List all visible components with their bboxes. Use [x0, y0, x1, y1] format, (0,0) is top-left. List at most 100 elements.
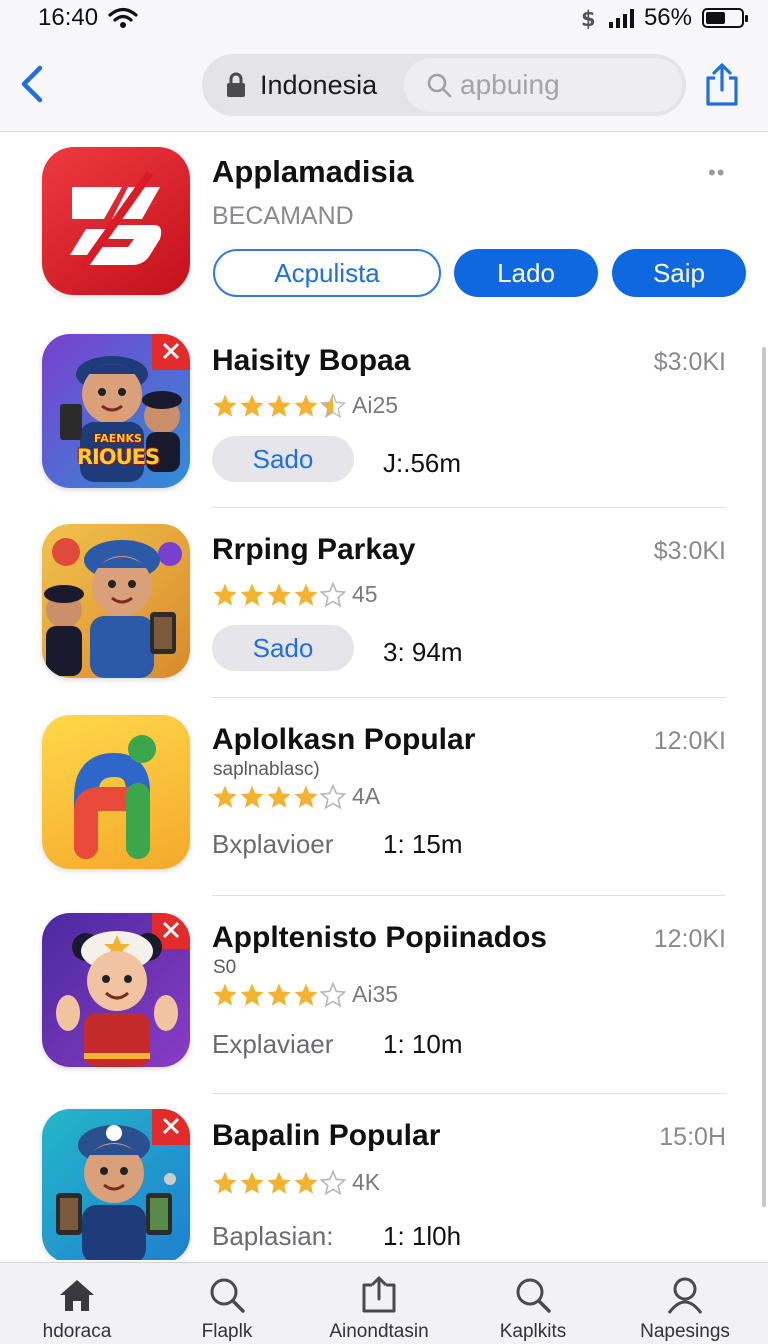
star-icon [267, 394, 291, 417]
tab-search[interactable]: Flaplk [152, 1263, 302, 1344]
star-icon [240, 394, 264, 417]
updates-box-icon [362, 1276, 396, 1313]
address-bar[interactable]: Indonesia [202, 54, 686, 116]
tab-label: hdoraca [42, 1321, 112, 1342]
star-rating [212, 783, 346, 810]
share-icon[interactable] [702, 62, 742, 108]
app-list-item[interactable]: Bapalin Popular 15:0H 4K Baplasian: 1: 1… [0, 1093, 768, 1260]
app-size: 15:0H [659, 1123, 726, 1151]
back-chevron-icon[interactable] [16, 62, 50, 106]
featured-app-icon[interactable] [42, 147, 190, 295]
tab-label: Kaplkits [499, 1321, 567, 1342]
star-icon [320, 392, 346, 418]
region-label: Indonesia [260, 70, 378, 100]
star-rating [212, 581, 346, 608]
app-subtitle: saplnablasc) [213, 759, 320, 780]
rating-count: 4K [352, 1169, 381, 1195]
cartoon-character-icon [56, 913, 190, 1067]
status-bar: 16:40 $ 56% [0, 0, 768, 36]
search-icon [516, 1278, 551, 1313]
lock-icon [227, 72, 245, 97]
tab-kaplkits[interactable]: Kaplkits [458, 1263, 608, 1344]
app-icon[interactable] [42, 913, 190, 1067]
rating-count: 4A [352, 783, 381, 809]
person-icon [667, 1277, 703, 1314]
tab-napesings[interactable]: Napesings [610, 1263, 760, 1344]
app-list-item[interactable]: Appltenisto Popiinados 12:0KI S0 Ai35 Ex… [0, 895, 768, 1085]
tab-home[interactable]: hdoraca [2, 1263, 152, 1344]
star-rating [212, 981, 346, 1008]
row-divider [212, 697, 726, 698]
app-list-item[interactable]: Rrping Parkay $3:0KI 45 Sado 3: 94m [0, 507, 768, 697]
acpulista-button[interactable]: Acpulista [213, 249, 441, 297]
app-size: 12:0KI [653, 727, 726, 755]
star-icon [267, 983, 291, 1006]
cartoon-character-icon [44, 538, 182, 678]
app-icon[interactable]: FAENKS RIOUES [42, 334, 190, 488]
app-icon[interactable] [42, 524, 190, 678]
app-icon[interactable] [42, 715, 190, 869]
search-icon [427, 73, 452, 98]
nav-bar: Indonesia [0, 36, 768, 132]
star-icon [320, 1169, 346, 1195]
star-rating [212, 1169, 346, 1196]
battery-percent: 56% [643, 4, 692, 31]
status-left: 16:40 [38, 4, 138, 32]
star-icon [240, 785, 264, 808]
star-icon [213, 394, 237, 417]
saip-button[interactable]: Saip [612, 249, 746, 297]
star-icon [213, 785, 237, 808]
star-icon [267, 785, 291, 808]
featured-app-subtitle: BECAMAND [212, 202, 354, 230]
star-icon [320, 783, 346, 809]
lado-button[interactable]: Lado [454, 249, 598, 297]
app-icon[interactable] [42, 1109, 190, 1260]
app-duration: 3: 94m [383, 637, 463, 667]
featured-app[interactable]: Applamadisia BECAMAND •• Acpulista Lado … [0, 132, 768, 322]
icon-banner-small: FAENKS [94, 432, 142, 445]
sado-button[interactable]: Sado [212, 436, 354, 482]
star-icon [213, 1171, 237, 1194]
search-input[interactable] [460, 66, 670, 104]
tab-updates[interactable]: Ainondtasin [304, 1263, 454, 1344]
star-icon [267, 583, 291, 606]
home-icon [60, 1280, 94, 1311]
star-icon [294, 983, 318, 1006]
sado-button[interactable]: Sado [212, 625, 354, 671]
star-icon [240, 583, 264, 606]
signal-icon [608, 8, 634, 28]
rating-count: 45 [352, 581, 378, 607]
star-icon [213, 583, 237, 606]
app-title: Rrping Parkay [212, 533, 416, 566]
search-icon [210, 1278, 245, 1313]
app-size: 12:0KI [653, 925, 726, 953]
app-rating: Ai35 [212, 981, 398, 1008]
app-size: $3:0KI [653, 537, 726, 565]
scrollbar[interactable] [762, 347, 766, 1207]
star-icon [240, 983, 264, 1006]
app-list-item[interactable]: Aplolkasn Popular 12:0KI saplnablasc) 4A… [0, 697, 768, 887]
featured-app-title: Applamadisia [212, 154, 414, 189]
row-divider [212, 507, 726, 508]
star-icon [294, 785, 318, 808]
app-title: Haisity Bopaa [212, 344, 411, 377]
rating-count: Ai35 [352, 981, 399, 1007]
star-icon [294, 1171, 318, 1194]
colorful-a-logo-icon [74, 735, 156, 859]
app-category: Baplasian: [212, 1221, 334, 1251]
more-options-icon[interactable]: •• [708, 160, 725, 186]
app-rating: 4K [212, 1169, 380, 1196]
app-title: Bapalin Popular [212, 1119, 441, 1152]
icon-banner: FAENKS RIOUES [72, 432, 164, 469]
star-rating [212, 392, 346, 419]
star-icon [213, 983, 237, 1006]
app-rating: 4A [212, 783, 380, 810]
row-divider [212, 1093, 726, 1094]
status-time: 16:40 [38, 4, 99, 31]
currency-icon: $ [581, 7, 596, 30]
app-list-item[interactable]: FAENKS RIOUES Haisity Bopaa $3:0KI Ai25 … [0, 318, 768, 508]
app-title: Aplolkasn Popular [212, 723, 476, 756]
search-field[interactable] [404, 58, 682, 112]
star-icon [294, 583, 318, 606]
svg-text:$: $ [581, 7, 596, 30]
